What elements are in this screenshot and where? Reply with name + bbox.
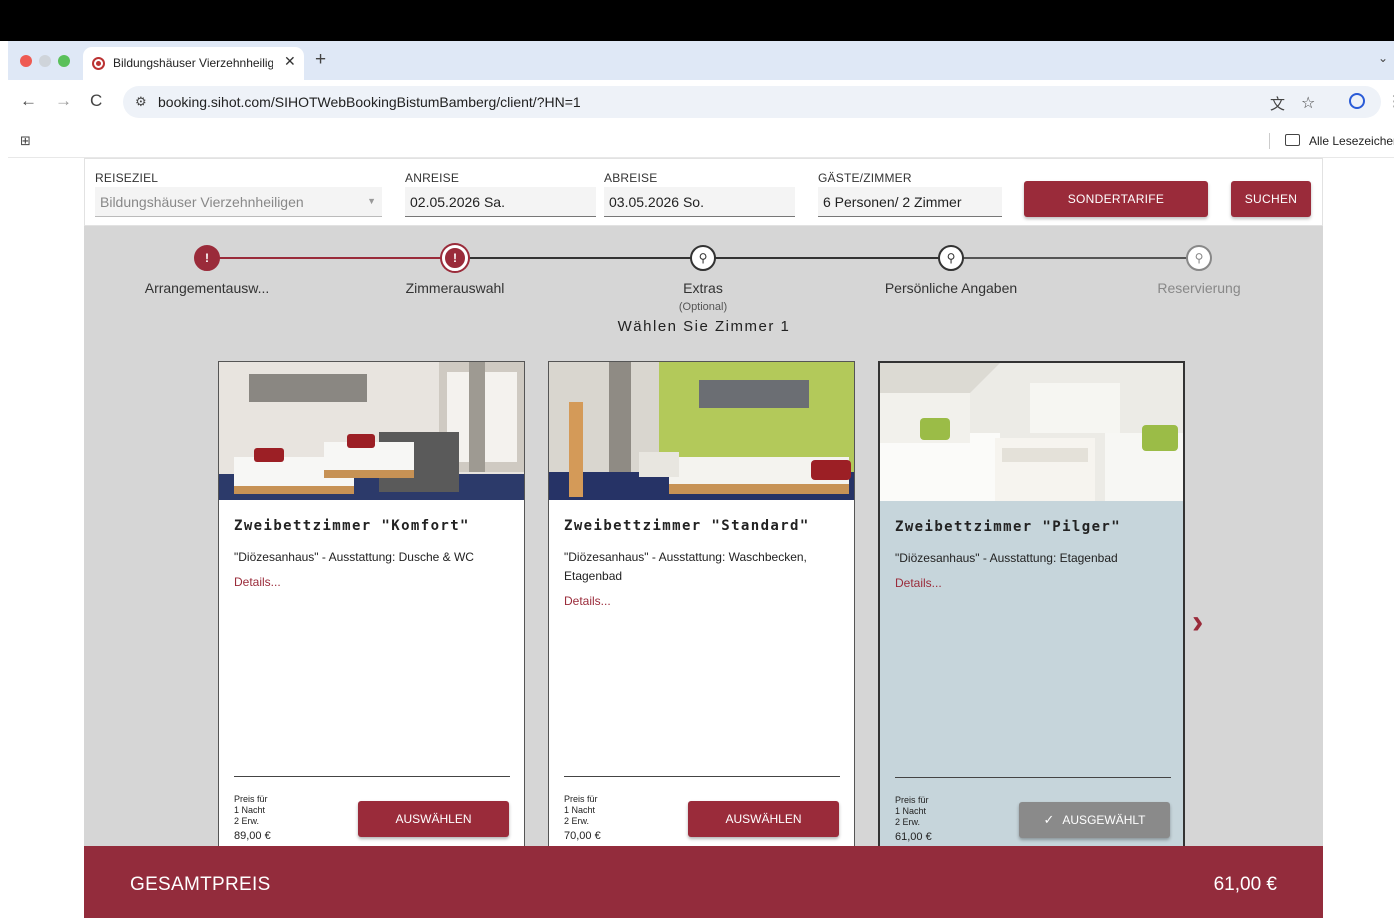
- room-price: 89,00 €: [234, 830, 271, 842]
- browser-tab[interactable]: Bildungshäuser Vierzehnheilig ✕: [83, 47, 304, 80]
- alert-circle-icon[interactable]: !: [442, 245, 468, 271]
- room-price: 70,00 €: [564, 830, 601, 842]
- url-text[interactable]: booking.sihot.com/SIHOTWebBookingBistumB…: [158, 94, 581, 110]
- step-label-extras[interactable]: Extras: [583, 280, 823, 296]
- gaeste-label: GÄSTE/ZIMMER: [818, 171, 912, 185]
- room-title: Zweibettzimmer "Standard": [564, 518, 810, 534]
- price-label: Preis für 1 Nacht 2 Erw.: [895, 795, 929, 827]
- abreise-input[interactable]: 03.05.2026 So.: [604, 187, 795, 217]
- page-viewport: REISEZIEL Bildungshäuser Vierzehnheilige…: [8, 158, 1394, 918]
- room-selected-label: AUSGEWÄHLT: [1062, 813, 1146, 827]
- total-price-value: 61,00 €: [1213, 874, 1277, 895]
- step-label-persoenliche-angaben[interactable]: Persönliche Angaben: [831, 280, 1071, 296]
- anreise-input[interactable]: 02.05.2026 Sa.: [405, 187, 596, 217]
- step-label-arrangement[interactable]: Arrangementausw...: [87, 280, 327, 296]
- abreise-label: ABREISE: [604, 171, 658, 185]
- location-pin-icon: ⚲: [1186, 245, 1212, 271]
- room-title: Zweibettzimmer "Pilger": [895, 519, 1122, 535]
- stepper-line-completed: [207, 257, 455, 259]
- card-divider: [895, 777, 1171, 778]
- room-description: "Diözesanhaus" - Ausstattung: Dusche & W…: [234, 550, 474, 564]
- room-card: Zweibettzimmer "Standard" "Diözesanhaus"…: [548, 361, 855, 861]
- room-photo: [880, 363, 1183, 501]
- reload-icon[interactable]: C: [90, 91, 102, 111]
- bookmarks-bar: ⊞ Alle Lesezeichen: [8, 124, 1394, 158]
- reiseziel-select[interactable]: Bildungshäuser Vierzehnheiligen ▼: [95, 187, 382, 217]
- new-tab-button[interactable]: +: [315, 50, 326, 69]
- folder-icon: [1285, 134, 1300, 146]
- total-price-label: GESAMTPREIS: [130, 874, 271, 895]
- alert-circle-icon[interactable]: !: [194, 245, 220, 271]
- translate-icon[interactable]: 文: [1270, 93, 1285, 114]
- reiseziel-label: REISEZIEL: [95, 171, 159, 185]
- os-top-bar: [0, 0, 1394, 41]
- select-room-button[interactable]: AUSWÄHLEN: [358, 801, 509, 837]
- tab-strip: Bildungshäuser Vierzehnheilig ✕ + ⌄: [8, 41, 1394, 80]
- browser-toolbar: ← → C ⚙ booking.sihot.com/SIHOTWebBookin…: [8, 80, 1394, 124]
- favicon-icon: [92, 57, 105, 70]
- total-price-bar: GESAMTPREIS 61,00 €: [84, 846, 1323, 918]
- all-bookmarks-link[interactable]: Alle Lesezeichen: [1309, 134, 1394, 148]
- maximize-window-button[interactable]: [58, 55, 70, 67]
- search-form: REISEZIEL Bildungshäuser Vierzehnheilige…: [84, 158, 1323, 226]
- section-heading-text: Wählen Sie Zimmer 1: [617, 320, 791, 335]
- location-pin-icon[interactable]: ⚲: [690, 245, 716, 271]
- room-photo: [219, 362, 524, 500]
- room-description: "Diözesanhaus" - Ausstattung: Waschbecke…: [564, 550, 807, 583]
- room-price: 61,00 €: [895, 831, 932, 843]
- bookmarks-separator: [1269, 133, 1270, 149]
- suchen-button[interactable]: SUCHEN: [1231, 181, 1311, 217]
- chevron-right-icon[interactable]: ›: [1192, 605, 1203, 639]
- stepper-line: [951, 257, 1199, 259]
- booking-app: REISEZIEL Bildungshäuser Vierzehnheilige…: [84, 158, 1323, 918]
- apps-grid-icon[interactable]: ⊞: [20, 133, 31, 149]
- room-photo: [549, 362, 854, 500]
- room-details-link[interactable]: Details...: [564, 594, 611, 608]
- back-arrow-icon[interactable]: ←: [20, 91, 37, 111]
- sondertarife-button[interactable]: SONDERTARIFE: [1024, 181, 1208, 217]
- profile-icon[interactable]: [1349, 93, 1365, 109]
- bookmark-star-icon[interactable]: ☆: [1301, 93, 1315, 113]
- card-divider: [234, 776, 510, 777]
- browser-window: Bildungshäuser Vierzehnheilig ✕ + ⌄ ← → …: [8, 41, 1394, 918]
- location-pin-icon[interactable]: ⚲: [938, 245, 964, 271]
- forward-arrow-icon[interactable]: →: [55, 91, 72, 111]
- minimize-window-button[interactable]: [39, 55, 51, 67]
- room-selected-button[interactable]: ✓ AUSGEWÄHLT: [1019, 802, 1170, 838]
- room-card: Zweibettzimmer "Komfort" "Diözesanhaus" …: [218, 361, 525, 861]
- section-heading: Wählen Sie Zimmer 1: [514, 320, 894, 336]
- room-details-link[interactable]: Details...: [895, 576, 942, 590]
- card-divider: [564, 776, 840, 777]
- anreise-label: ANREISE: [405, 171, 460, 185]
- step-label-zimmerauswahl[interactable]: Zimmerauswahl: [335, 280, 575, 296]
- price-label: Preis für 1 Nacht 2 Erw.: [234, 794, 268, 826]
- room-details-link[interactable]: Details...: [234, 575, 281, 589]
- gaeste-input[interactable]: 6 Personen/ 2 Zimmer: [818, 187, 1002, 217]
- address-bar[interactable]: ⚙ booking.sihot.com/SIHOTWebBookingBistu…: [123, 86, 1381, 118]
- price-label: Preis für 1 Nacht 2 Erw.: [564, 794, 598, 826]
- select-room-button[interactable]: AUSWÄHLEN: [688, 801, 839, 837]
- room-title: Zweibettzimmer "Komfort": [234, 518, 470, 534]
- site-info-icon[interactable]: ⚙: [135, 94, 147, 110]
- close-tab-icon[interactable]: ✕: [284, 53, 296, 70]
- reiseziel-value: Bildungshäuser Vierzehnheiligen: [100, 194, 304, 210]
- room-card-selected: Zweibettzimmer "Pilger" "Diözesanhaus" -…: [878, 361, 1185, 861]
- browser-menu-icon[interactable]: ⋮: [1387, 92, 1394, 110]
- check-icon: ✓: [1043, 812, 1055, 827]
- room-description: "Diözesanhaus" - Ausstattung: Etagenbad: [895, 551, 1118, 565]
- step-label-reservierung: Reservierung: [1157, 280, 1241, 296]
- close-window-button[interactable]: [20, 55, 32, 67]
- step-sublabel-optional: (Optional): [678, 301, 728, 313]
- tab-search-icon[interactable]: ⌄: [1378, 51, 1388, 65]
- tab-title: Bildungshäuser Vierzehnheilig: [113, 56, 273, 70]
- dropdown-arrow-icon: ▼: [367, 196, 376, 206]
